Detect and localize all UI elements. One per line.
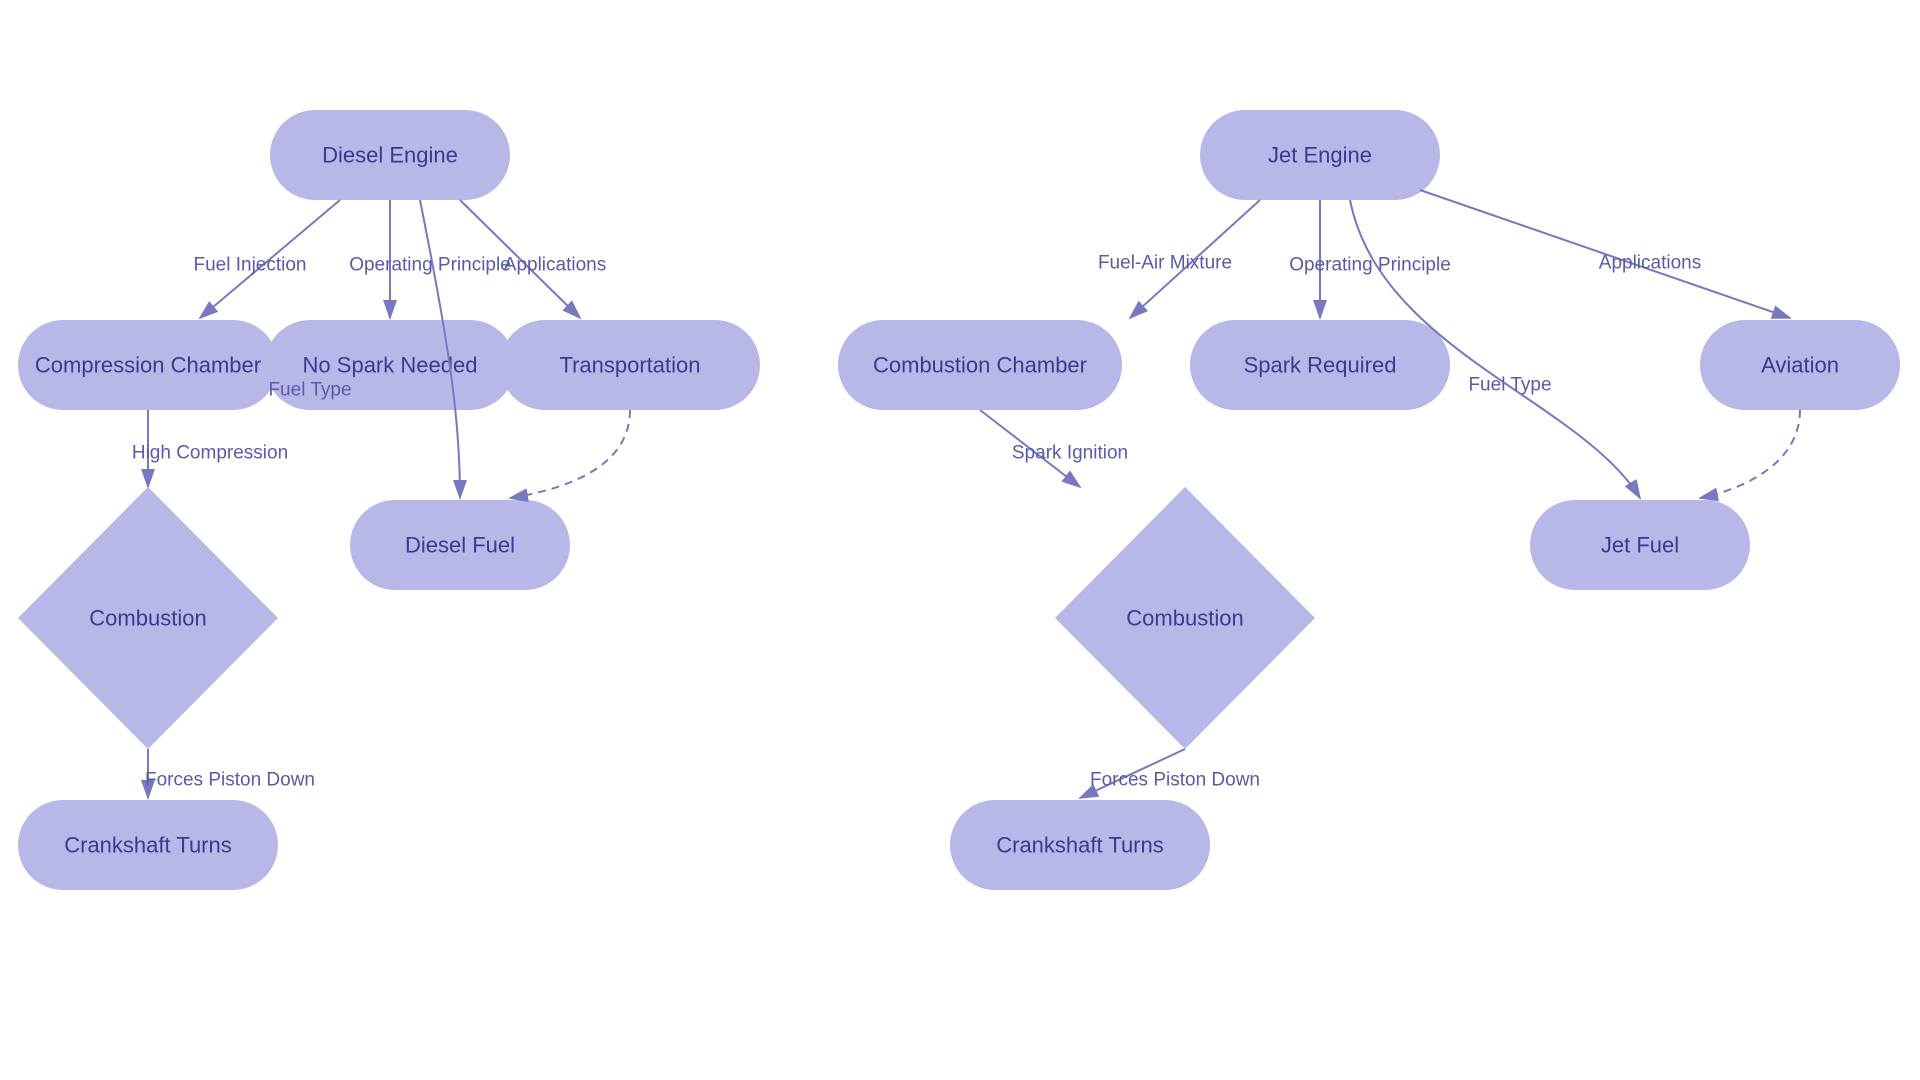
- jet-engine-label: Jet Engine: [1268, 143, 1372, 168]
- diesel-crankshaft-label: Crankshaft Turns: [64, 833, 232, 858]
- diesel-high-compression-label: High Compression: [132, 443, 288, 464]
- jet-fuel-type-label: Fuel Type: [1468, 375, 1551, 396]
- jet-fuel-air-label: Fuel-Air Mixture: [1098, 253, 1232, 274]
- jet-fuel-label: Jet Fuel: [1601, 533, 1679, 558]
- jet-crankshaft-label: Crankshaft Turns: [996, 833, 1164, 858]
- diesel-combustion-label: Combustion: [89, 606, 206, 631]
- spark-required-label: Spark Required: [1244, 353, 1397, 378]
- jet-operating-principle-label: Operating Principle: [1289, 255, 1451, 276]
- jet-combustion-label: Combustion: [1126, 606, 1243, 631]
- diesel-transport-fuel-edge: [510, 410, 630, 498]
- compression-chamber-label: Compression Chamber: [35, 353, 261, 378]
- jet-aviation-fuel-edge: [1700, 410, 1800, 498]
- diesel-forces-piston-label: Forces Piston Down: [145, 770, 315, 791]
- diesel-operating-principle-label: Operating Principle: [349, 255, 511, 276]
- combustion-chamber-label: Combustion Chamber: [873, 353, 1087, 378]
- transportation-label: Transportation: [559, 353, 700, 378]
- diesel-fuel-label: Diesel Fuel: [405, 533, 515, 558]
- diesel-fuel-injection-label: Fuel Injection: [193, 255, 306, 276]
- jet-spark-ignition-label: Spark Ignition: [1012, 443, 1128, 464]
- diesel-engine-label: Diesel Engine: [322, 143, 458, 168]
- diesel-applications-label: Applications: [504, 255, 606, 276]
- jet-applications-label: Applications: [1599, 253, 1701, 274]
- jet-forces-piston-label: Forces Piston Down: [1090, 770, 1260, 791]
- aviation-label: Aviation: [1761, 353, 1839, 378]
- diesel-fuel-type-label: Fuel Type: [268, 380, 351, 401]
